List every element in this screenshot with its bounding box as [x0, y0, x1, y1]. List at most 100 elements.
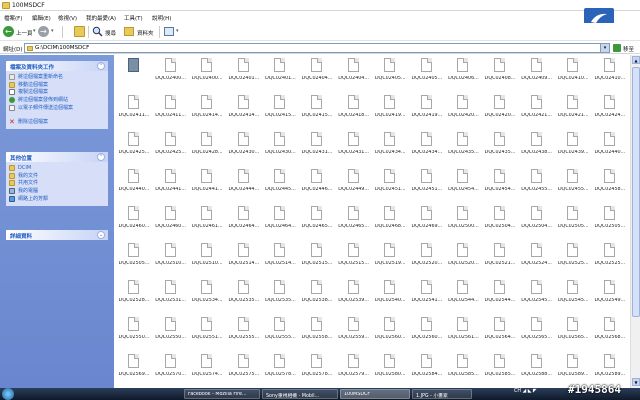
- file-item[interactable]: DQC02521...: [482, 243, 518, 277]
- file-item[interactable]: DQC02410...: [555, 58, 591, 92]
- taskbar-button-firefox-2[interactable]: Sony重視相機 - Mobil...: [262, 389, 338, 399]
- folders-icon[interactable]: [124, 27, 134, 36]
- address-dropdown-button[interactable]: ▾: [600, 44, 609, 52]
- file-item[interactable]: DQC02528...: [116, 280, 152, 314]
- file-item[interactable]: DQC02424...: [592, 95, 628, 129]
- file-item[interactable]: DQC02535...: [262, 280, 298, 314]
- binary-file-item[interactable]: [116, 58, 152, 92]
- file-item[interactable]: DQC02401...: [262, 58, 298, 92]
- views-icon[interactable]: [164, 27, 174, 36]
- other-places-header[interactable]: 其他位置 ⌃: [6, 152, 108, 162]
- file-item[interactable]: DQC02510...: [153, 243, 189, 277]
- scroll-up-arrow-icon[interactable]: ▲: [632, 56, 640, 64]
- file-item[interactable]: DQC02449...: [336, 169, 372, 203]
- file-item[interactable]: DQC02434...: [409, 132, 445, 166]
- file-item[interactable]: DQC02570...: [153, 354, 189, 388]
- file-item[interactable]: DQC02461...: [189, 206, 225, 240]
- file-item[interactable]: DQC02454...: [445, 169, 481, 203]
- menu-favorites[interactable]: 我的最愛(A): [86, 14, 116, 22]
- task-delete[interactable]: ✕ 刪除這個檔案: [9, 118, 105, 126]
- file-item[interactable]: DQC02421...: [555, 95, 591, 129]
- file-item[interactable]: DQC02538...: [299, 280, 335, 314]
- file-item[interactable]: DQC02434...: [372, 132, 408, 166]
- file-item[interactable]: DQC02455...: [555, 169, 591, 203]
- file-item[interactable]: DQC02415...: [262, 95, 298, 129]
- file-tasks-header[interactable]: 檔案及資料夾工作 ⌃: [6, 61, 108, 71]
- go-button[interactable]: 移至: [623, 45, 634, 53]
- file-item[interactable]: DQC02404...: [336, 58, 372, 92]
- details-header[interactable]: 詳細資料 ⌄: [6, 230, 108, 240]
- file-item[interactable]: DQC02455...: [519, 169, 555, 203]
- system-tray[interactable]: CH ◢ ◣ ◤: [514, 389, 537, 394]
- menu-file[interactable]: 檔案(F): [4, 14, 22, 22]
- file-item[interactable]: DQC02535...: [226, 280, 262, 314]
- task-move[interactable]: 移動這個檔案: [9, 81, 105, 89]
- file-item[interactable]: DQC02510...: [189, 243, 225, 277]
- file-item[interactable]: DQC02435...: [482, 132, 518, 166]
- scroll-down-arrow-icon[interactable]: ▼: [632, 378, 640, 386]
- collapse-chevron-icon[interactable]: ⌃: [97, 62, 105, 70]
- file-item[interactable]: DQC02578...: [262, 354, 298, 388]
- file-item[interactable]: DQC02585...: [482, 354, 518, 388]
- file-item[interactable]: DQC02541...: [409, 280, 445, 314]
- file-item[interactable]: DQC02514...: [226, 243, 262, 277]
- file-item[interactable]: DQC02411...: [116, 95, 152, 129]
- file-item[interactable]: DQC02569...: [116, 354, 152, 388]
- file-item[interactable]: DQC02441...: [153, 169, 189, 203]
- go-arrow-icon[interactable]: [613, 44, 621, 52]
- back-button[interactable]: ←: [3, 26, 14, 37]
- place-my-computer[interactable]: 我的電腦: [9, 188, 105, 195]
- file-item[interactable]: DQC02559...: [336, 317, 372, 351]
- file-item[interactable]: DQC02465...: [336, 206, 372, 240]
- file-item[interactable]: DQC02464...: [226, 206, 262, 240]
- file-item[interactable]: DQC02520...: [445, 243, 481, 277]
- file-item[interactable]: DQC02419...: [372, 95, 408, 129]
- task-publish[interactable]: 將這個檔案發佈到網站: [9, 97, 105, 104]
- file-item[interactable]: DQC02534...: [189, 280, 225, 314]
- file-item[interactable]: DQC02515...: [336, 243, 372, 277]
- file-item[interactable]: DQC02460...: [116, 206, 152, 240]
- taskbar-button-firefox[interactable]: Facebook - Mozilla Fire...: [184, 389, 260, 399]
- start-button[interactable]: [2, 388, 14, 400]
- file-item[interactable]: DQC02458...: [592, 169, 628, 203]
- file-item[interactable]: DQC02505...: [116, 243, 152, 277]
- collapse-chevron-icon[interactable]: ⌃: [97, 153, 105, 161]
- file-item[interactable]: DQC02560...: [409, 317, 445, 351]
- file-item[interactable]: DQC02438...: [519, 132, 555, 166]
- file-item[interactable]: DQC02500...: [445, 206, 481, 240]
- file-item[interactable]: DQC02514...: [262, 243, 298, 277]
- file-item[interactable]: DQC02460...: [153, 206, 189, 240]
- file-item[interactable]: DQC02430...: [262, 132, 298, 166]
- file-item[interactable]: DQC02505...: [555, 206, 591, 240]
- vertical-scrollbar[interactable]: ▲ ▼: [630, 55, 640, 388]
- file-item[interactable]: DQC02544...: [445, 280, 481, 314]
- file-item[interactable]: DQC02558...: [299, 317, 335, 351]
- chevron-down-icon[interactable]: ▾: [33, 28, 36, 34]
- task-email[interactable]: 以電子郵件傳送這個檔案: [9, 104, 105, 118]
- task-rename[interactable]: 將這個檔案重新命名: [9, 73, 105, 81]
- file-item[interactable]: DQC02445...: [262, 169, 298, 203]
- file-item[interactable]: DQC02465...: [299, 206, 335, 240]
- file-item[interactable]: DQC02420...: [445, 95, 481, 129]
- file-item[interactable]: DQC02406...: [445, 58, 481, 92]
- file-item[interactable]: DQC02425...: [153, 132, 189, 166]
- file-item[interactable]: DQC02555...: [262, 317, 298, 351]
- file-item[interactable]: DQC02418...: [336, 95, 372, 129]
- file-item[interactable]: DQC02400...: [189, 58, 225, 92]
- file-item[interactable]: DQC02584...: [409, 354, 445, 388]
- file-item[interactable]: DQC02550...: [116, 317, 152, 351]
- file-item[interactable]: DQC02531...: [153, 280, 189, 314]
- expand-chevron-icon[interactable]: ⌄: [97, 231, 105, 239]
- file-item[interactable]: DQC02431...: [336, 132, 372, 166]
- file-item[interactable]: DQC02441...: [189, 169, 225, 203]
- taskbar-button-paint[interactable]: 1.JPG - 小畫家: [412, 389, 472, 399]
- menu-edit[interactable]: 編輯(E): [32, 14, 51, 22]
- file-item[interactable]: DQC02414...: [189, 95, 225, 129]
- file-item[interactable]: DQC02524...: [519, 243, 555, 277]
- file-item[interactable]: DQC02588...: [519, 354, 555, 388]
- file-item[interactable]: DQC02578...: [299, 354, 335, 388]
- file-item[interactable]: DQC02545...: [519, 280, 555, 314]
- file-item[interactable]: DQC02505...: [592, 206, 628, 240]
- file-item[interactable]: DQC02420...: [482, 95, 518, 129]
- file-item[interactable]: DQC02545...: [555, 280, 591, 314]
